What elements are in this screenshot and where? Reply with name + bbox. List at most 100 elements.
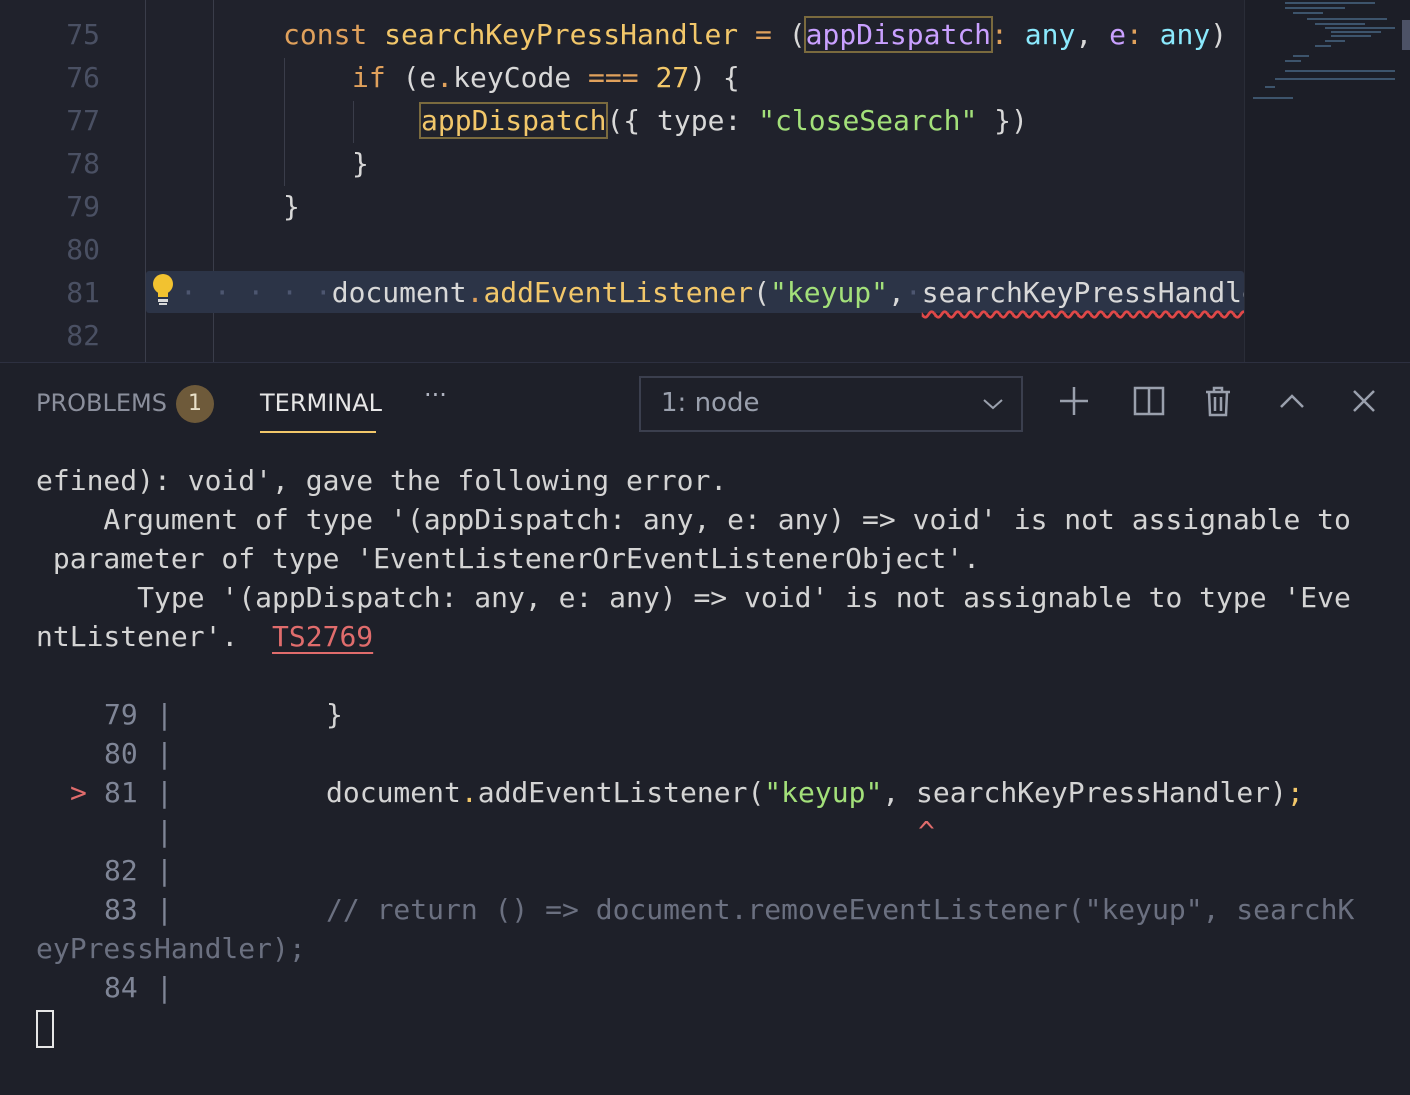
minimap-line [1285, 2, 1375, 4]
snippet-line-number: 82 [104, 854, 138, 887]
error-caret: ^ [918, 815, 935, 848]
lightbulb-icon[interactable] [150, 273, 176, 307]
punctuation: : [991, 18, 1008, 51]
code-text: addEventListener( [477, 776, 765, 809]
property: keyCode [453, 61, 572, 94]
snippet-pipe: | [156, 893, 173, 926]
minimap-line [1315, 23, 1365, 25]
function-name: searchKeyPressHandler [384, 18, 739, 51]
operator: = [755, 18, 772, 51]
minimap-line [1285, 7, 1345, 9]
minimap-line [1331, 31, 1381, 33]
operator: === [588, 61, 639, 94]
snippet-pipe: | [156, 737, 173, 770]
indent-guide [353, 101, 354, 143]
minimap-line [1331, 35, 1371, 37]
snippet-comment: // return () => document.removeEventList… [326, 893, 1355, 926]
terminal-line: Type '(appDispatch: any, e: any) => void… [36, 581, 1351, 614]
line-number: 76 [66, 61, 100, 94]
close-icon[interactable] [1346, 383, 1382, 419]
snippet-code: } [326, 698, 343, 731]
brace: } [352, 147, 369, 180]
snippet-pipe: | [156, 815, 173, 848]
punctuation: : [1125, 18, 1143, 51]
punctuation: ) [1210, 18, 1228, 51]
line-number: 82 [66, 319, 100, 352]
error-line-marker: > [70, 776, 87, 809]
snippet-pipe: | [156, 854, 173, 887]
snippet-code: document.addEventListener("keyup", searc… [326, 773, 1304, 812]
tab-terminal[interactable]: TERMINAL [260, 389, 382, 417]
code-editor[interactable]: 75 76 77 78 79 80 81 82 const searchKeyP… [0, 0, 1410, 362]
punctuation: , [1075, 18, 1093, 51]
string: "closeSearch" [758, 104, 978, 137]
minimap-line [1285, 60, 1301, 62]
line-number: 75 [66, 18, 100, 51]
minimap-line [1325, 27, 1395, 29]
terminal-line: parameter of type 'EventListenerOrEventL… [36, 542, 981, 575]
punctuation: . [460, 776, 478, 809]
terminal-select-dropdown[interactable]: 1: node [639, 376, 1023, 432]
string: "keyup" [764, 776, 883, 809]
code-line-75[interactable]: const searchKeyPressHandler = (appDispat… [283, 13, 1227, 56]
brace: } [283, 190, 300, 223]
indent-guide [284, 58, 285, 186]
problems-count-badge: 1 [176, 385, 214, 423]
code-line-77[interactable]: appDispatch({ type: "closeSearch" }) [418, 99, 1028, 142]
code-line-76[interactable]: if (e.keyCode === 27) { [352, 56, 740, 99]
tab-problems[interactable]: PROBLEMS [36, 389, 167, 417]
type: any [1159, 18, 1211, 51]
minimap[interactable] [1244, 0, 1410, 362]
terminal-select-value: 1: node [661, 388, 760, 418]
line-number: 77 [66, 104, 100, 137]
terminal-output[interactable]: efined): void', gave the following error… [0, 444, 1410, 1095]
line-number: 79 [66, 190, 100, 223]
punctuation: ; [1286, 776, 1304, 809]
punctuation: ) { [689, 61, 740, 94]
code-text: document [326, 776, 461, 809]
code-text: , searchKeyPressHandler) [882, 776, 1287, 809]
string: "keyup" [770, 276, 889, 309]
error-squiggle-arg[interactable]: searchKeyPressHandler [922, 276, 1276, 309]
chevron-up-icon[interactable] [1274, 383, 1310, 419]
snippet-pipe: | [156, 971, 173, 1004]
code-line-79[interactable]: } [283, 185, 300, 228]
minimap-line [1307, 18, 1387, 20]
more-actions-icon[interactable]: ··· [424, 381, 447, 409]
snippet-line-number: 83 [104, 893, 138, 926]
minimap-line [1293, 12, 1323, 14]
function-call-highlight: appDispatch [418, 102, 609, 139]
trash-icon[interactable] [1200, 383, 1236, 419]
split-terminal-icon[interactable] [1131, 383, 1167, 419]
minimap-line [1293, 55, 1309, 57]
line-number: 80 [66, 233, 100, 266]
type: any [1024, 18, 1076, 51]
punctuation: ( [753, 276, 771, 309]
terminal-cursor [36, 1010, 54, 1048]
code-line-81[interactable]: · · · · ·document.addEventListener("keyu… [180, 271, 1276, 314]
error-code-link[interactable]: TS2769 [272, 620, 373, 653]
punctuation: . [436, 61, 454, 94]
punctuation: ( [788, 18, 806, 51]
minimap-line [1325, 40, 1345, 42]
terminal-line-text: ntListener'. [36, 620, 273, 653]
whitespace-dots: · · · · · [180, 276, 332, 309]
line-number: 78 [66, 147, 100, 180]
keyword: const [283, 18, 368, 51]
whitespace-dot: · [904, 276, 922, 309]
terminal-line: Argument of type '(appDispatch: any, e: … [36, 503, 1351, 536]
object: document [331, 276, 467, 309]
minimap-line [1315, 45, 1331, 47]
minimap-line [1275, 78, 1395, 80]
punctuation: , [888, 276, 905, 309]
minimap-line [1253, 97, 1293, 99]
plus-icon[interactable] [1056, 383, 1092, 419]
param: e [1109, 18, 1126, 51]
snippet-pipe: | [156, 776, 173, 809]
punctuation: . [466, 276, 484, 309]
terminal-line: ntListener'. TS2769 [36, 617, 373, 656]
terminal-line: efined): void', gave the following error… [36, 464, 728, 497]
scrollbar-thumb[interactable] [1402, 20, 1410, 50]
keyword: if [352, 61, 386, 94]
code-line-78[interactable]: } [352, 142, 369, 185]
